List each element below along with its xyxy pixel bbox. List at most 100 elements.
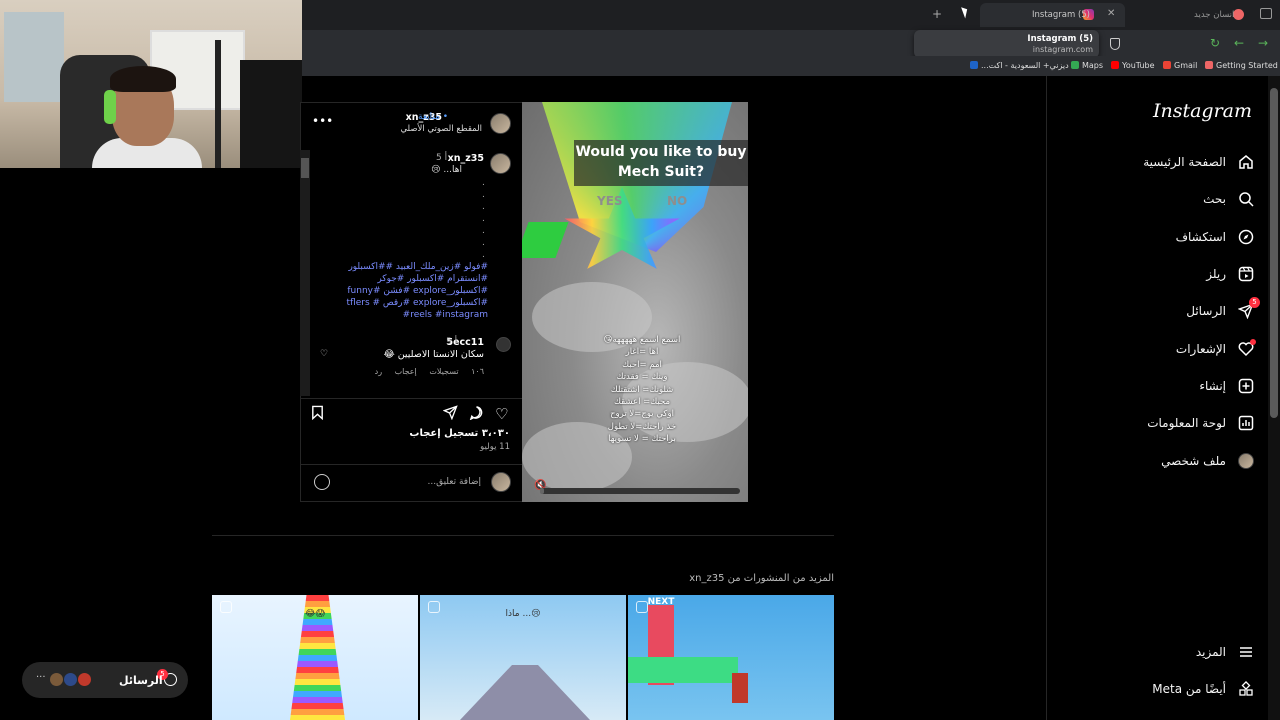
add-comment-input[interactable]: إضافة تعليق... (427, 477, 481, 487)
instagram-logo[interactable]: Instagram (1153, 100, 1252, 122)
messages-badge: 5 (1249, 297, 1260, 308)
sidebar-item-home[interactable]: الصفحة الرئيسية (1143, 149, 1256, 175)
overlay-line: شلونك= اشتقتلك (610, 384, 674, 395)
bookmark-label: Maps (1082, 61, 1104, 70)
back-arrow-icon[interactable]: ← (1234, 36, 1244, 50)
caption-dot: . (482, 202, 485, 212)
bookmark-label: Getting Started (1216, 61, 1278, 70)
bookmark-icon[interactable] (311, 405, 324, 424)
messages-label[interactable]: الرسائل (119, 674, 163, 687)
shield-icon[interactable] (1110, 38, 1120, 50)
emoji-icon[interactable] (314, 474, 330, 490)
overlay-line: اسمع اسمع هههههه😘 (603, 335, 681, 345)
tab-title-instagram[interactable]: Instagram (5) (1032, 10, 1090, 20)
bookmark-gmail[interactable]: Gmail (1163, 61, 1197, 70)
overlay-line: اوكي يوج=لا تروح (610, 409, 674, 420)
reel-icon (636, 601, 648, 613)
post-author-avatar[interactable] (490, 113, 511, 134)
avatar (50, 673, 63, 686)
video-progress-bar[interactable] (540, 488, 740, 494)
url-tooltip-host: instagram.com (1032, 45, 1093, 54)
home-icon (1236, 152, 1256, 172)
sidebar-item-label: المزيد (1195, 645, 1226, 659)
sidebar-item-explore[interactable]: استكشاف (1176, 224, 1256, 250)
more-options-icon[interactable]: ••• (312, 114, 333, 128)
page-scrollbar-thumb[interactable] (1270, 88, 1278, 418)
overlay-line: امم =احبك (622, 359, 662, 370)
sidebar-item-more[interactable]: المزيد (1196, 639, 1256, 665)
sidebar-item-search[interactable]: بحث (1203, 186, 1256, 212)
youtube-icon (1111, 61, 1119, 69)
avatar (1238, 453, 1254, 469)
original-audio-link[interactable]: المقطع الصوتي الأصلي (400, 124, 482, 134)
comment-like-icon[interactable]: ♡ (320, 349, 328, 359)
reload-icon[interactable]: ↻ (1210, 36, 1220, 50)
comment-reply[interactable]: رد (375, 367, 382, 376)
overlay-line: محبك= اعشقك (613, 397, 671, 408)
dashboard-icon (1236, 413, 1256, 433)
section-divider (212, 535, 834, 536)
tab-list-icon[interactable] (1260, 8, 1272, 19)
screen: Instagram (5) ✕ + انسان جديد ↻ ← → Insta… (0, 0, 1280, 720)
sidebar-item-profile[interactable]: ملف شخصي (1161, 448, 1256, 474)
sidebar-item-messages[interactable]: 5 الرسائل (1186, 297, 1260, 324)
sidebar-item-dashboard[interactable]: لوحة المعلومات (1147, 410, 1256, 436)
bookmark-youtube[interactable]: YouTube (1111, 61, 1155, 70)
new-tab-icon[interactable]: + (932, 7, 942, 21)
more-post-thumbnail[interactable]: 😂😱 (212, 595, 418, 720)
webcam-wall-art (4, 12, 64, 102)
bookmark-maps[interactable]: Maps (1071, 61, 1103, 70)
bookmark-disney[interactable]: ديزني+ السعودية - اكت... (970, 61, 1069, 70)
more-post-thumbnail[interactable]: ماذا ...😢 (420, 595, 626, 720)
caption-username[interactable]: xn_z35 (448, 153, 484, 164)
like-icon[interactable]: ♡ (495, 405, 508, 423)
current-user-avatar (491, 472, 511, 492)
comment-text: سكان الانستا الاصليين 😂 (383, 349, 484, 360)
thumbnail-caption: NEXT (647, 597, 675, 607)
likes-count[interactable]: ٣،٠٣٠ تسجيل إعجاب (409, 428, 510, 439)
sidebar-item-label: إنشاء (1199, 379, 1226, 393)
reel-video[interactable]: Would you like to buy Mech Suit? YES NO … (522, 102, 748, 502)
more-icon[interactable]: ··· (36, 672, 46, 683)
video-banner-text: Would you like to buy Mech Suit? (575, 144, 747, 180)
menu-icon (1236, 642, 1256, 662)
forward-arrow-icon[interactable]: → (1258, 36, 1268, 50)
sidebar-item-create[interactable]: إنشاء (1199, 373, 1256, 399)
thumbnail-caption: ماذا ...😢 (505, 609, 541, 619)
close-tab-icon[interactable]: ✕ (1107, 8, 1115, 19)
bookmark-getting-started[interactable]: Getting Started (1205, 61, 1278, 70)
sidebar-item-meta[interactable]: أيضًا من Meta (1152, 676, 1256, 702)
comments-scrollbar[interactable] (300, 150, 310, 396)
caption-author-avatar[interactable] (490, 153, 511, 174)
follow-button[interactable]: • متابعة (418, 112, 448, 122)
sidebar-item-reels[interactable]: ريلز (1206, 261, 1256, 287)
sidebar-item-label: ملف شخصي (1161, 454, 1226, 468)
caption-dot: . (482, 238, 485, 248)
heart-icon (1236, 339, 1256, 359)
comment-age: 5 أ (446, 337, 458, 347)
comment-likes[interactable]: ١٠٦ تسجيلات إعجاب (395, 367, 484, 376)
caption-hashtags[interactable]: #فولو #زين_ملك_العبيد ##اكسبلور #انستقرا… (330, 261, 488, 321)
meta-grid-icon (1236, 679, 1256, 699)
more-post-thumbnail[interactable]: NEXT (628, 595, 834, 720)
messages-icon: 5 (1236, 297, 1260, 321)
thumbnail-caption: 😂😱 (305, 609, 325, 619)
sidebar-item-notifications[interactable]: الإشعارات (1176, 336, 1256, 362)
webcam-pc-tower (240, 60, 302, 168)
comment-avatar[interactable] (496, 337, 511, 352)
tab-title-second[interactable]: انسان جديد (1194, 10, 1234, 20)
sidebar-item-label: بحث (1203, 192, 1226, 206)
post-date: 11 يوليو (480, 442, 510, 452)
comments-scrollbar-thumb[interactable] (301, 158, 309, 178)
divider (300, 398, 522, 399)
thumbnail-block (628, 657, 738, 683)
reels-icon (1236, 264, 1256, 284)
share-icon[interactable] (442, 405, 458, 424)
url-tooltip: Instagram (5) instagram.com (914, 30, 1099, 58)
caption-dot: . (482, 190, 485, 200)
comment-icon[interactable] (469, 405, 484, 424)
comment-meta: ١٠٦ تسجيلات إعجاب رد (375, 367, 484, 376)
sidebar-item-label: استكشاف (1175, 230, 1226, 244)
thumbnail-character (732, 673, 748, 703)
sidebar-item-label: لوحة المعلومات (1147, 416, 1226, 430)
